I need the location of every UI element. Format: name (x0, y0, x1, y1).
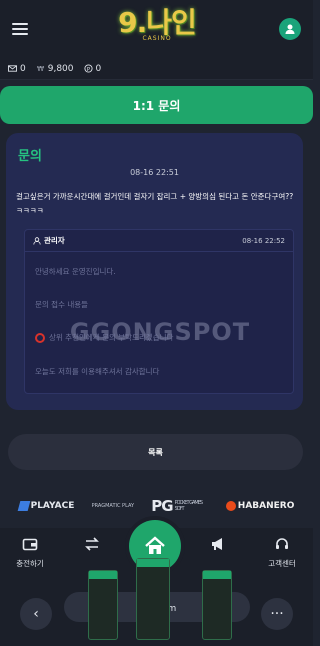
home-icon (145, 536, 165, 554)
browser-back-button[interactable]: ‹ (20, 598, 52, 630)
chevron-left-icon: ‹ (33, 606, 39, 622)
money-balance: ₩ 9,800 (36, 64, 74, 74)
warning-circle-icon (35, 332, 45, 343)
nav-support-label: 고객센터 (268, 559, 296, 568)
provider-pragmatic: PRAGMATIC PLAY (92, 503, 134, 509)
user-avatar-icon[interactable] (279, 18, 301, 40)
answer-closing: 오늘도 저희를 이용해주셔서 감사합니다 (35, 367, 160, 376)
envelope-icon (8, 65, 17, 72)
nav-transfer[interactable] (62, 536, 122, 558)
provider-logos: PLAYACE PRAGMATIC PLAY PG POCKET GAMES S… (0, 492, 313, 520)
answer-date: 08-16 22:52 (242, 236, 285, 245)
coin-icon: P (83, 64, 93, 73)
app-header: 9.나인 CASINO (0, 0, 313, 58)
swap-arrows-icon (85, 537, 99, 551)
brand-logo[interactable]: 9.나인 CASINO (97, 8, 217, 48)
provider-playace-label: PLAYACE (30, 501, 75, 511)
section-title: 문의 (18, 149, 42, 164)
provider-pg: PG POCKET GAMES SOFT (151, 497, 208, 515)
won-icon: ₩ (37, 64, 44, 73)
point-balance: P 0 (83, 63, 102, 74)
megaphone-icon (212, 538, 222, 550)
answer-author: 관리자 (33, 235, 65, 246)
nav-support[interactable]: 고객센터 (252, 536, 312, 569)
point-balance-value: 0 (95, 63, 102, 74)
logo-text: 9.나인 (118, 6, 197, 39)
page-title: 1:1 문의 (132, 98, 181, 113)
more-dots-icon: ··· (270, 606, 284, 622)
provider-pg-label: PG (151, 497, 173, 515)
answer-header: 관리자 08-16 22:52 (25, 230, 293, 252)
list-button-label: 목록 (148, 447, 163, 457)
url-bar[interactable]: 나인.com (64, 592, 250, 622)
answer-author-name: 관리자 (44, 236, 65, 245)
url-text: 나인.com (137, 603, 177, 614)
message-count[interactable]: 0 (8, 64, 26, 74)
headset-icon (276, 538, 288, 549)
answer-warning: 상위 추천인에게 문의 부탁드리겠습니다 (35, 332, 173, 343)
nav-home-button[interactable] (129, 520, 181, 572)
browser-more-button[interactable]: ··· (261, 598, 293, 630)
wallet-icon (22, 538, 38, 551)
provider-pg-sub: POCKET GAMES SOFT (174, 500, 203, 512)
answer-warning-text: 상위 추천인에게 문의 부탁드리겠습니다 (49, 333, 174, 342)
menu-icon[interactable] (12, 23, 28, 35)
nav-deposit-label: 충전하기 (16, 559, 44, 568)
answer-greeting: 안녕하세요 운영진입니다. (35, 267, 116, 276)
inquiry-question: 걸고싶은거 가까운시간대에 걸거인데 걸자기 잡리그 + 양방의심 된다고 돈 … (16, 192, 294, 215)
list-button[interactable]: 목록 (8, 434, 303, 470)
nav-deposit[interactable]: 충전하기 (0, 536, 60, 569)
balance-bar: 0 ₩ 9,800 P 0 (0, 58, 313, 80)
inquiry-card: 문의 08-16 22:51 걸고싶은거 가까운시간대에 걸거인데 걸자기 잡리… (6, 133, 303, 410)
answer-content-label: 문의 접수 내용들 (35, 300, 89, 309)
svg-text:₩: ₩ (37, 64, 44, 73)
message-count-value: 0 (20, 63, 26, 74)
nav-events[interactable] (188, 536, 248, 558)
money-balance-value: 9,800 (47, 63, 74, 74)
browser-bar: ‹ 나인.com ··· (0, 558, 313, 646)
provider-habanero-label: HABANERO (237, 501, 295, 511)
habanero-logo-icon (225, 501, 236, 511)
provider-pragmatic-label: PRAGMATIC PLAY (91, 503, 135, 509)
provider-habanero: HABANERO (225, 501, 295, 511)
answer-box: 관리자 08-16 22:52 안녕하세요 운영진입니다. 문의 접수 내용들 … (24, 229, 294, 394)
playace-logo-icon (17, 501, 30, 511)
inquiry-date: 08-16 22:51 (130, 168, 179, 177)
logo-subtext: CASINO (142, 35, 172, 42)
page-title-bar: 1:1 문의 (0, 86, 313, 124)
provider-playace: PLAYACE (17, 501, 75, 511)
person-icon (33, 236, 41, 245)
